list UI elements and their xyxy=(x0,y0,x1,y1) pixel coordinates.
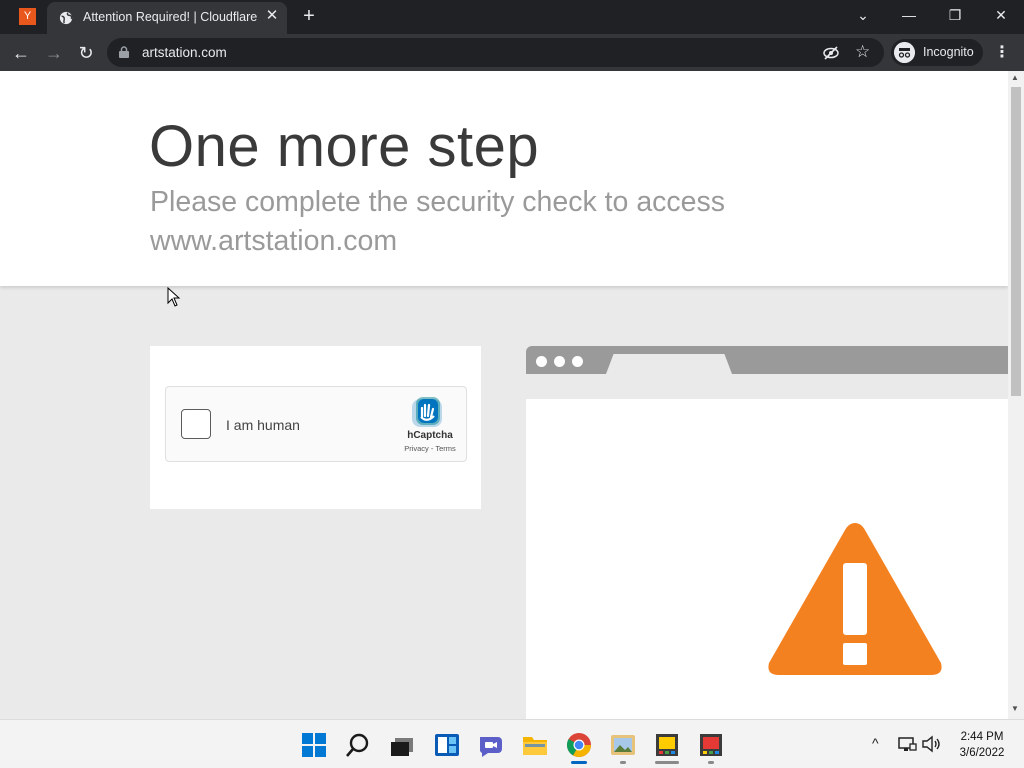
restore-button[interactable]: ❐ xyxy=(942,4,968,26)
tray-overflow-chevron-icon[interactable]: ^ xyxy=(872,735,879,751)
windows-start-icon[interactable] xyxy=(301,732,327,758)
illustration-dot xyxy=(536,356,547,367)
back-button[interactable]: ← xyxy=(8,40,34,66)
browser-titlebar: Y Attention Required! | Cloudflare ✕ + ⌄… xyxy=(0,0,1024,34)
search-icon[interactable] xyxy=(345,732,371,758)
browser-toolbar: ← → ↻ artstation.com ☆ Incognito ⋮ xyxy=(0,34,1024,71)
illustration-dot xyxy=(554,356,565,367)
mouse-cursor-icon xyxy=(167,287,181,307)
scroll-up-icon[interactable]: ▲ xyxy=(1011,73,1019,82)
new-tab-button[interactable]: + xyxy=(299,5,319,27)
incognito-icon xyxy=(894,42,915,63)
browser-menu-icon[interactable]: ⋮ xyxy=(992,41,1012,65)
chrome-icon[interactable] xyxy=(566,732,592,758)
file-explorer-icon[interactable] xyxy=(522,732,548,758)
address-bar[interactable]: artstation.com ☆ xyxy=(107,38,884,67)
page-viewport: One more step Please complete the securi… xyxy=(0,71,1024,719)
incognito-indicator[interactable]: Incognito xyxy=(891,39,983,66)
page-header: One more step Please complete the securi… xyxy=(0,71,1008,286)
running-app-indicator xyxy=(620,761,626,764)
illustration-browser-bar xyxy=(526,346,1008,374)
hcaptcha-widget[interactable]: I am human hCaptcha Privacy - Terms xyxy=(165,386,467,462)
windows-taskbar: ^ 2:44 PM 3/6/2022 xyxy=(0,719,1024,768)
reload-button[interactable]: ↻ xyxy=(73,40,99,66)
scrollbar-thumb[interactable] xyxy=(1011,87,1021,396)
app-icon-2[interactable] xyxy=(698,732,724,758)
widgets-icon[interactable] xyxy=(434,732,460,758)
app-icon-1[interactable] xyxy=(654,732,680,758)
minimize-button[interactable]: — xyxy=(896,4,922,26)
hcaptcha-brand: hCaptcha xyxy=(407,430,453,441)
hcaptcha-logo-icon xyxy=(412,397,442,427)
lock-icon[interactable] xyxy=(119,46,129,58)
network-icon[interactable] xyxy=(897,734,917,754)
hcaptcha-links[interactable]: Privacy - Terms xyxy=(390,444,470,453)
page-subtitle: Please complete the security check to ac… xyxy=(150,186,726,257)
photos-app-icon[interactable] xyxy=(610,732,636,758)
forward-button[interactable]: → xyxy=(41,40,67,66)
human-checkbox-label[interactable]: I am human xyxy=(226,417,300,433)
running-app-indicator xyxy=(708,761,714,764)
clock-date: 3/6/2022 xyxy=(959,747,1005,759)
url-text[interactable]: artstation.com xyxy=(142,45,227,60)
tab-close-icon[interactable]: ✕ xyxy=(263,7,281,25)
incognito-label: Incognito xyxy=(923,45,974,59)
illustration-tab xyxy=(606,354,732,374)
illustration-dot xyxy=(572,356,583,367)
teams-chat-icon[interactable] xyxy=(478,732,504,758)
globe-icon xyxy=(59,11,73,25)
task-view-icon[interactable] xyxy=(389,732,415,758)
warning-triangle-icon xyxy=(768,523,942,675)
running-app-indicator xyxy=(655,761,679,764)
tab-active[interactable]: Attention Required! | Cloudflare ✕ xyxy=(47,2,287,34)
system-clock[interactable]: 2:44 PM 3/6/2022 xyxy=(952,729,1012,761)
browser-illustration xyxy=(526,346,1008,719)
tab-search-icon[interactable]: ⌄ xyxy=(850,4,876,26)
captcha-card: I am human hCaptcha Privacy - Terms xyxy=(150,346,481,509)
tab-title: Attention Required! | Cloudflare xyxy=(83,10,258,24)
page-title: One more step xyxy=(149,114,540,179)
scroll-down-icon[interactable]: ▼ xyxy=(1011,704,1019,713)
extension-badge[interactable]: Y xyxy=(19,8,36,25)
page-scrollbar[interactable]: ▲ ▼ xyxy=(1008,71,1024,719)
human-checkbox[interactable] xyxy=(181,409,211,439)
close-window-button[interactable]: ✕ xyxy=(988,4,1014,26)
clock-time: 2:44 PM xyxy=(960,731,1004,743)
active-app-indicator xyxy=(571,761,587,764)
bookmark-star-icon[interactable]: ☆ xyxy=(855,42,870,62)
volume-icon[interactable] xyxy=(921,734,941,754)
eye-off-icon[interactable] xyxy=(823,45,839,61)
